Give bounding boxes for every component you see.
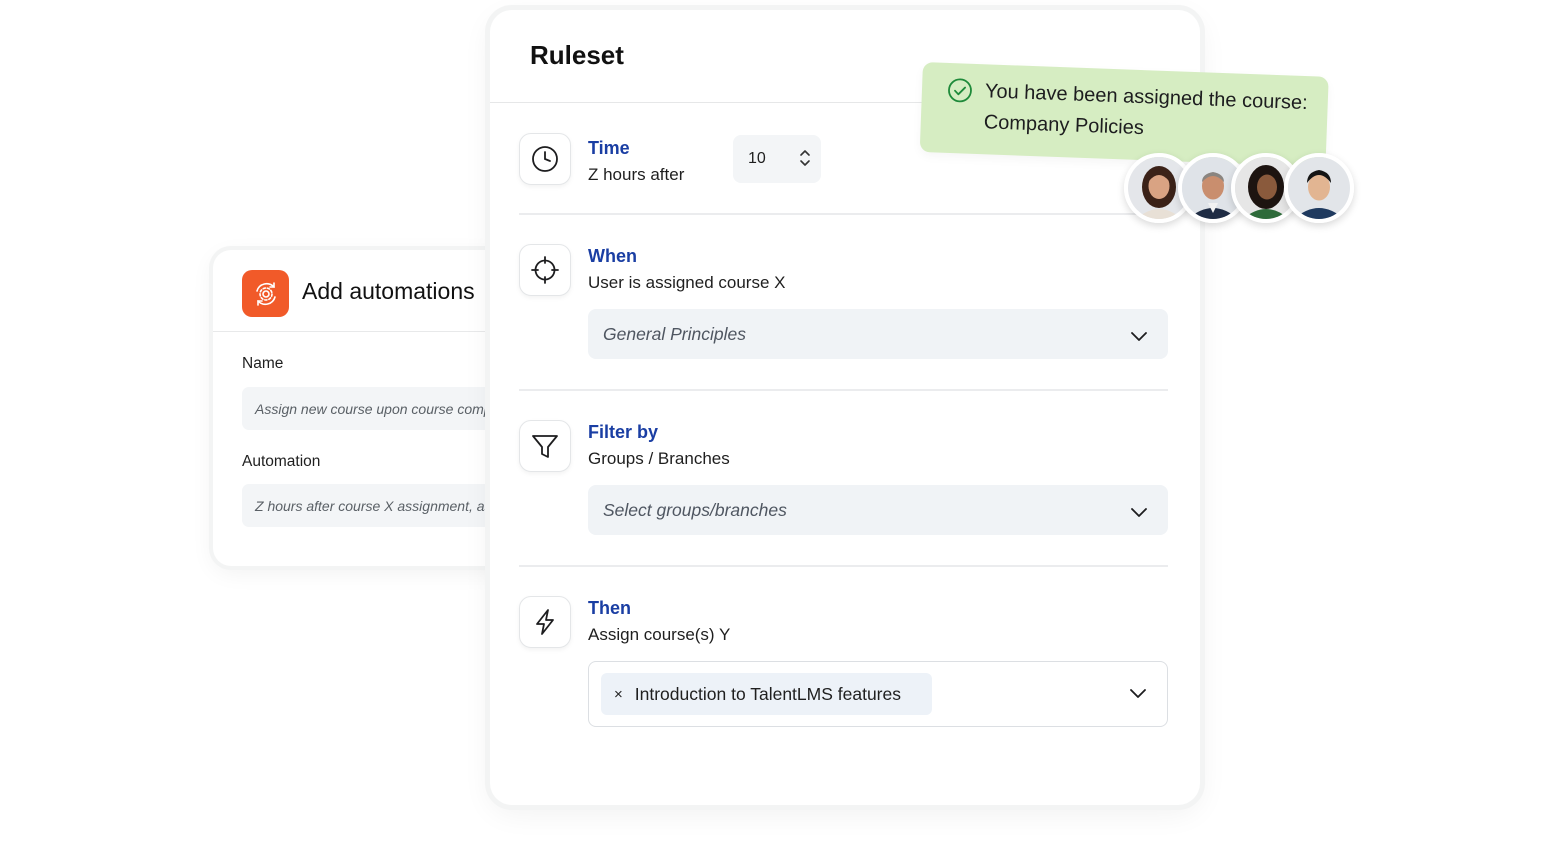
filter-title: Filter by	[588, 422, 659, 442]
when-subtitle: User is assigned course X	[588, 273, 786, 292]
check-circle-icon	[946, 77, 973, 109]
course-select[interactable]: General Principles	[588, 309, 1168, 359]
chevron-down-icon	[1130, 502, 1148, 523]
hours-stepper[interactable]: 10	[733, 135, 821, 183]
when-title: When	[588, 246, 637, 266]
then-title: Then	[588, 598, 631, 618]
chevron-down-icon[interactable]	[1129, 686, 1147, 704]
remove-chip-icon[interactable]: ×	[614, 686, 623, 703]
stepper-arrows-icon[interactable]	[799, 148, 811, 173]
course-select-value: General Principles	[603, 323, 746, 344]
time-title: Time	[588, 138, 630, 158]
section-divider	[519, 389, 1168, 391]
assignment-notification: You have been assigned the course: Compa…	[919, 62, 1329, 167]
groups-branches-placeholder: Select groups/branches	[603, 499, 787, 520]
name-label: Name	[242, 355, 284, 372]
groups-branches-select[interactable]: Select groups/branches	[588, 485, 1168, 535]
automation-label: Automation	[242, 453, 321, 470]
gear-sync-icon	[242, 270, 289, 317]
funnel-icon	[519, 420, 571, 472]
crosshair-icon	[519, 244, 571, 296]
lightning-icon	[519, 596, 571, 648]
section-divider	[519, 213, 1168, 215]
then-subtitle: Assign course(s) Y	[588, 625, 731, 644]
time-subtitle: Z hours after	[588, 165, 685, 184]
avatar-man-2	[1288, 157, 1350, 219]
add-automations-title: Add automations	[302, 278, 475, 304]
avatar	[1284, 153, 1354, 223]
ruleset-title: Ruleset	[530, 40, 624, 70]
notification-message: You have been assigned the course:	[984, 80, 1308, 115]
assign-courses-select[interactable]: × Introduction to TalentLMS features	[588, 661, 1168, 727]
hours-value: 10	[748, 150, 766, 167]
section-divider	[519, 565, 1168, 567]
clock-icon	[519, 133, 571, 185]
notification-course-name: Company Policies	[983, 111, 1145, 140]
selected-course-label: Introduction to TalentLMS features	[634, 683, 901, 704]
filter-subtitle: Groups / Branches	[588, 449, 730, 468]
selected-course-chip: × Introduction to TalentLMS features	[601, 673, 932, 715]
chevron-down-icon	[1130, 326, 1148, 347]
